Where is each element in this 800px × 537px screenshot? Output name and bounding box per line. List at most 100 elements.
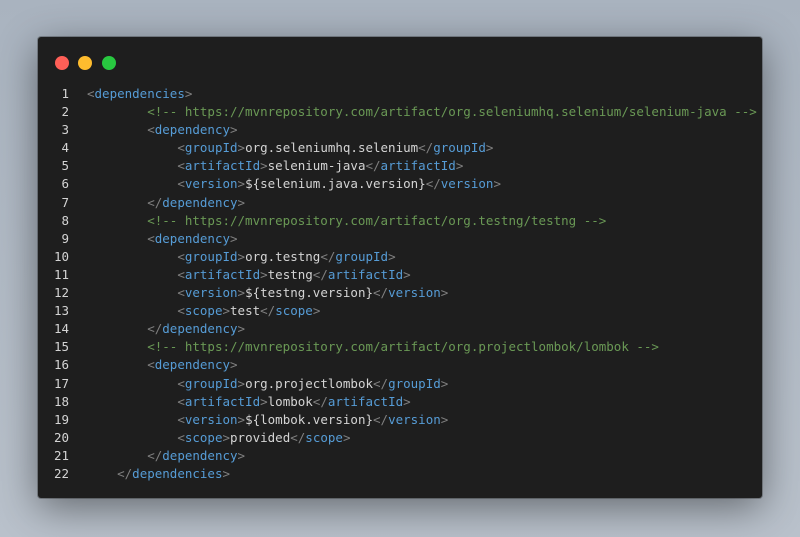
line-number: 9 bbox=[61, 230, 69, 246]
tag-name: dependencies bbox=[94, 86, 185, 101]
line-content: <scope>test</scope> bbox=[87, 302, 320, 320]
bracket: </ bbox=[147, 447, 163, 463]
code-line: 10 <groupId>org.testng</groupId> bbox=[38, 248, 762, 266]
bracket: > bbox=[440, 411, 449, 427]
line-number: 12 bbox=[53, 285, 69, 301]
bracket: </ bbox=[290, 429, 306, 445]
maximize-window-dot-icon[interactable] bbox=[102, 56, 116, 70]
line-content: <groupId>org.testng</groupId> bbox=[87, 248, 396, 266]
tag-name: dependency bbox=[154, 230, 231, 246]
bracket: </ bbox=[320, 248, 336, 264]
tag-name: dependency bbox=[154, 122, 231, 138]
line-content: <version>${selenium.java.version}</versi… bbox=[87, 175, 501, 193]
bracket: </ bbox=[147, 321, 163, 337]
line-content: <artifactId>testng</artifactId> bbox=[87, 266, 410, 284]
bracket: < bbox=[177, 248, 185, 264]
code-line: 16 <dependency> bbox=[38, 356, 762, 374]
code-line: 3 <dependency> bbox=[38, 121, 762, 139]
line-content: <artifactId>lombok</artifactId> bbox=[87, 393, 410, 411]
tag-name: artifactId bbox=[380, 158, 456, 174]
bracket: </ bbox=[365, 158, 381, 174]
bracket: </ bbox=[373, 411, 389, 427]
tag-name: groupId bbox=[388, 375, 441, 391]
line-content: <dependencies> bbox=[87, 85, 192, 103]
line-content: <dependency> bbox=[87, 230, 237, 248]
bracket: > bbox=[440, 375, 449, 391]
line-content: </dependency> bbox=[87, 447, 245, 465]
line-content: <dependency> bbox=[87, 121, 237, 139]
line-number: 1 bbox=[61, 86, 69, 101]
bracket: > bbox=[222, 465, 231, 481]
line-number: 18 bbox=[53, 393, 69, 409]
line-number: 7 bbox=[61, 194, 69, 210]
code-line: 2 <!-- https://mvnrepository.com/artifac… bbox=[38, 103, 762, 121]
code-line: 5 <artifactId>selenium-java</artifactId> bbox=[38, 157, 762, 175]
bracket: < bbox=[87, 86, 95, 101]
bracket: > bbox=[222, 303, 231, 319]
code-line: 4 <groupId>org.seleniumhq.selenium</grou… bbox=[38, 139, 762, 157]
bracket: > bbox=[388, 248, 396, 264]
tag-name: groupId bbox=[335, 248, 389, 264]
tag-name: groupId bbox=[433, 140, 486, 156]
line-content: <version>${testng.version}</version> bbox=[87, 284, 448, 302]
bracket: > bbox=[222, 429, 231, 445]
bracket: </ bbox=[373, 375, 389, 391]
line-number: 15 bbox=[53, 339, 69, 355]
bracket: < bbox=[147, 230, 155, 246]
tag-value: selenium-java bbox=[267, 158, 366, 174]
line-number: 5 bbox=[61, 158, 69, 174]
bracket: > bbox=[237, 176, 246, 192]
minimize-window-dot-icon[interactable] bbox=[78, 56, 92, 70]
bracket: </ bbox=[147, 194, 163, 210]
tag-value: org.seleniumhq.selenium bbox=[245, 140, 419, 156]
bracket: > bbox=[237, 248, 246, 264]
line-number: 4 bbox=[61, 140, 69, 156]
bracket: < bbox=[177, 429, 185, 445]
bracket: > bbox=[260, 266, 268, 282]
bracket: < bbox=[177, 303, 185, 319]
code-line: 8 <!-- https://mvnrepository.com/artifac… bbox=[38, 212, 762, 230]
line-number: 19 bbox=[53, 411, 69, 427]
xml-comment: <!-- https://mvnrepository.com/artifact/… bbox=[147, 339, 659, 355]
bracket: < bbox=[177, 411, 185, 427]
tag-name: scope bbox=[184, 429, 223, 445]
code-line: 1 <dependencies> bbox=[38, 85, 762, 103]
code-line: 19 <version>${lombok.version}</version> bbox=[38, 411, 762, 429]
tag-name: dependency bbox=[162, 447, 238, 463]
line-content: </dependency> bbox=[87, 194, 245, 212]
tag-value: ${selenium.java.version} bbox=[245, 176, 426, 192]
tag-name: dependencies bbox=[132, 465, 223, 481]
line-content: <!-- https://mvnrepository.com/artifact/… bbox=[87, 103, 757, 121]
bracket: </ bbox=[312, 266, 328, 282]
line-content: <!-- https://mvnrepository.com/artifact/… bbox=[87, 212, 606, 230]
line-content: <scope>provided</scope> bbox=[87, 429, 350, 447]
code-line: 7 </dependency> bbox=[38, 194, 762, 212]
code-line: 22 </dependencies> bbox=[38, 465, 762, 483]
bracket: > bbox=[237, 285, 246, 301]
line-number: 3 bbox=[61, 122, 69, 138]
line-content: </dependency> bbox=[87, 320, 245, 338]
line-content: <version>${lombok.version}</version> bbox=[87, 411, 448, 429]
line-number: 22 bbox=[53, 465, 69, 481]
bracket: > bbox=[493, 176, 501, 192]
tag-value: ${lombok.version} bbox=[245, 411, 373, 427]
tag-value: org.testng bbox=[245, 248, 321, 264]
tag-name: version bbox=[184, 411, 238, 427]
tag-name: scope bbox=[184, 303, 223, 319]
code-line: 6 <version>${selenium.java.version}</ver… bbox=[38, 175, 762, 193]
code-block: 1 <dependencies> 2 <!-- https://mvnreposit… bbox=[38, 85, 762, 483]
close-window-dot-icon[interactable] bbox=[55, 56, 69, 70]
bracket: </ bbox=[425, 176, 441, 192]
tag-name: artifactId bbox=[327, 266, 404, 282]
code-line: 14 </dependency> bbox=[38, 320, 762, 338]
bracket: < bbox=[177, 140, 185, 156]
line-content: <groupId>org.projectlombok</groupId> bbox=[87, 375, 448, 393]
